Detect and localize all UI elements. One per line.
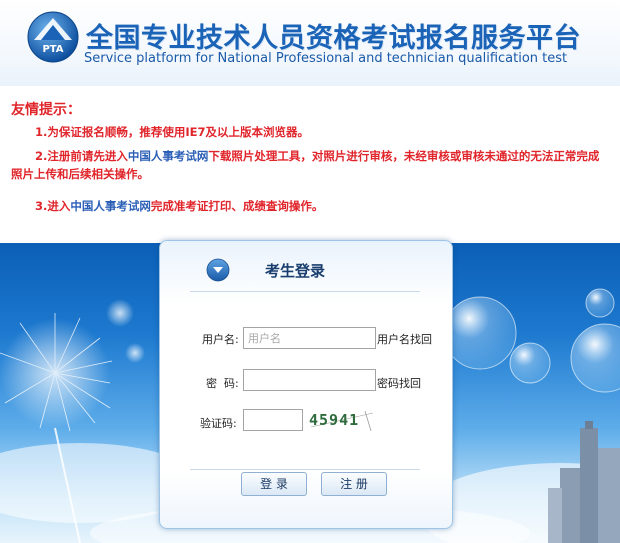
password-label: 密 码: bbox=[206, 377, 239, 390]
login-divider bbox=[190, 291, 420, 292]
tip2-text-pre: 2.注册前请先进入 bbox=[35, 149, 128, 163]
header: PTA 全国专业技术人员资格考试报名服务平台 Service platform … bbox=[0, 0, 620, 86]
notice-tip-1: 1.为保证报名顺畅，推荐使用IE7及以上版本浏览器。 bbox=[35, 125, 310, 139]
login-title: 考生登录 bbox=[265, 262, 326, 280]
notice-tip-3: 3.进入中国人事考试网完成准考证打印、成绩查询操作。 bbox=[35, 197, 595, 215]
notice-title: 友情提示： bbox=[11, 102, 81, 118]
arrow-down-circle-icon bbox=[206, 258, 230, 282]
tip3-text-post: 完成准考证打印、成绩查询操作。 bbox=[150, 199, 324, 213]
notice-tip-2: 2.注册前请先进入中国人事考试网下载照片处理工具，对照片进行审核，未经审核或审核… bbox=[11, 147, 603, 183]
username-recover-link[interactable]: 用户名找回 bbox=[377, 331, 432, 347]
tip3-text-pre: 3.进入 bbox=[35, 199, 71, 213]
login-button[interactable]: 登 录 bbox=[241, 472, 307, 496]
captcha-label: 验证码: bbox=[200, 417, 237, 430]
register-button[interactable]: 注 册 bbox=[321, 472, 387, 496]
site-title: 全国专业技术人员资格考试报名服务平台 bbox=[86, 23, 581, 54]
captcha-image[interactable]: 45941 bbox=[307, 407, 377, 433]
login-divider-bottom bbox=[190, 469, 420, 470]
password-input[interactable] bbox=[243, 369, 376, 391]
login-panel: 考生登录 用户名: 用户名找回 密 码: 密码找回 验证码: 45941 登 录… bbox=[159, 240, 453, 529]
username-label: 用户名: bbox=[202, 333, 239, 346]
username-input[interactable] bbox=[243, 327, 376, 349]
password-recover-link[interactable]: 密码找回 bbox=[377, 375, 421, 391]
cpta-link-print[interactable]: 中国人事考试网 bbox=[70, 199, 151, 213]
logo-text: PTA bbox=[42, 44, 63, 55]
pta-logo-icon: PTA bbox=[27, 11, 79, 63]
captcha-text: 45941 bbox=[309, 411, 359, 429]
cpta-link-download[interactable]: 中国人事考试网 bbox=[128, 149, 209, 163]
site-subtitle: Service platform for National Profession… bbox=[84, 51, 568, 66]
captcha-input[interactable] bbox=[243, 409, 303, 431]
